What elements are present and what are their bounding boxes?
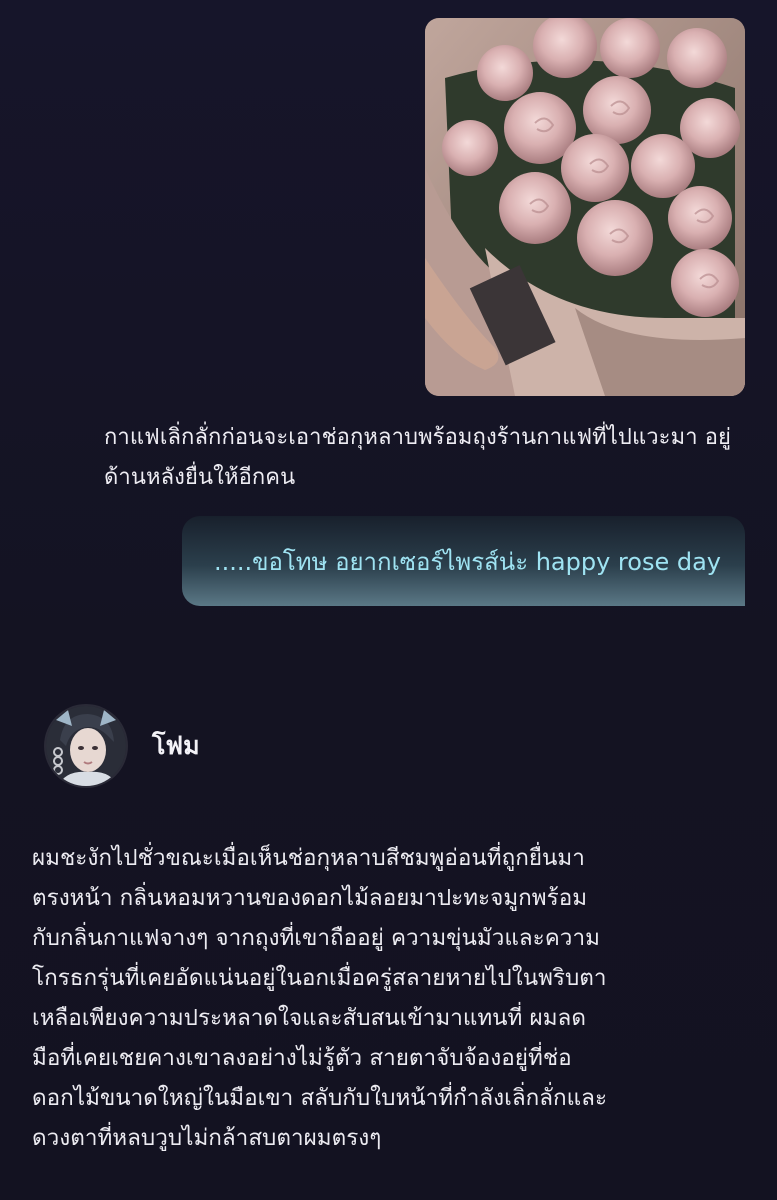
rose-bouquet-photo[interactable] [425, 18, 745, 396]
user-narration-text: กาแฟเลิ่กลั่กก่อนจะเอาช่อกุหลาบพร้อมถุงร… [104, 425, 732, 490]
character-avatar-icon[interactable] [46, 706, 126, 786]
user-dialogue-text: .....ขอโทษ อยากเซอร์ไพรส์น่ะ happy rose … [213, 547, 721, 576]
rose-bouquet-icon [425, 18, 745, 396]
message-line: โกรธกรุ่นที่เคยอัดแน่นอยู่ในอกเมื่อครู่ส… [32, 965, 607, 991]
character-message: ผมชะงักไปชั่วขณะเมื่อเห็นช่อกุหลาบสีชมพู… [32, 838, 732, 1158]
user-dialogue-bubble[interactable]: .....ขอโทษ อยากเซอร์ไพรส์น่ะ happy rose … [182, 516, 745, 606]
message-line: ตรงหน้า กลิ่นหอมหวานของดอกไม้ลอยมาปะทะจม… [32, 885, 588, 911]
message-line: มือที่เคยเชยคางเขาลงอย่างไม่รู้ตัว สายตา… [32, 1045, 572, 1071]
message-line: ดอกไม้ขนาดใหญ่ในมือเขา สลับกับใบหน้าที่ก… [32, 1085, 608, 1111]
character-name: โฟม [152, 731, 200, 760]
message-line: ผมชะงักไปชั่วขณะเมื่อเห็นช่อกุหลาบสีชมพู… [32, 845, 585, 871]
character-header: โฟม [46, 704, 200, 788]
message-line: ดวงตาที่หลบวูบไม่กล้าสบตาผมตรงๆ [32, 1125, 382, 1151]
chat-screen: กาแฟเลิ่กลั่กก่อนจะเอาช่อกุหลาบพร้อมถุงร… [0, 0, 777, 1200]
avatar-portrait-icon [46, 706, 126, 786]
message-line: กับกลิ่นกาแฟจางๆ จากถุงที่เขาถืออยู่ ควา… [32, 925, 600, 951]
message-line: เหลือเพียงความประหลาดใจและสับสนเข้ามาแทน… [32, 1005, 586, 1031]
